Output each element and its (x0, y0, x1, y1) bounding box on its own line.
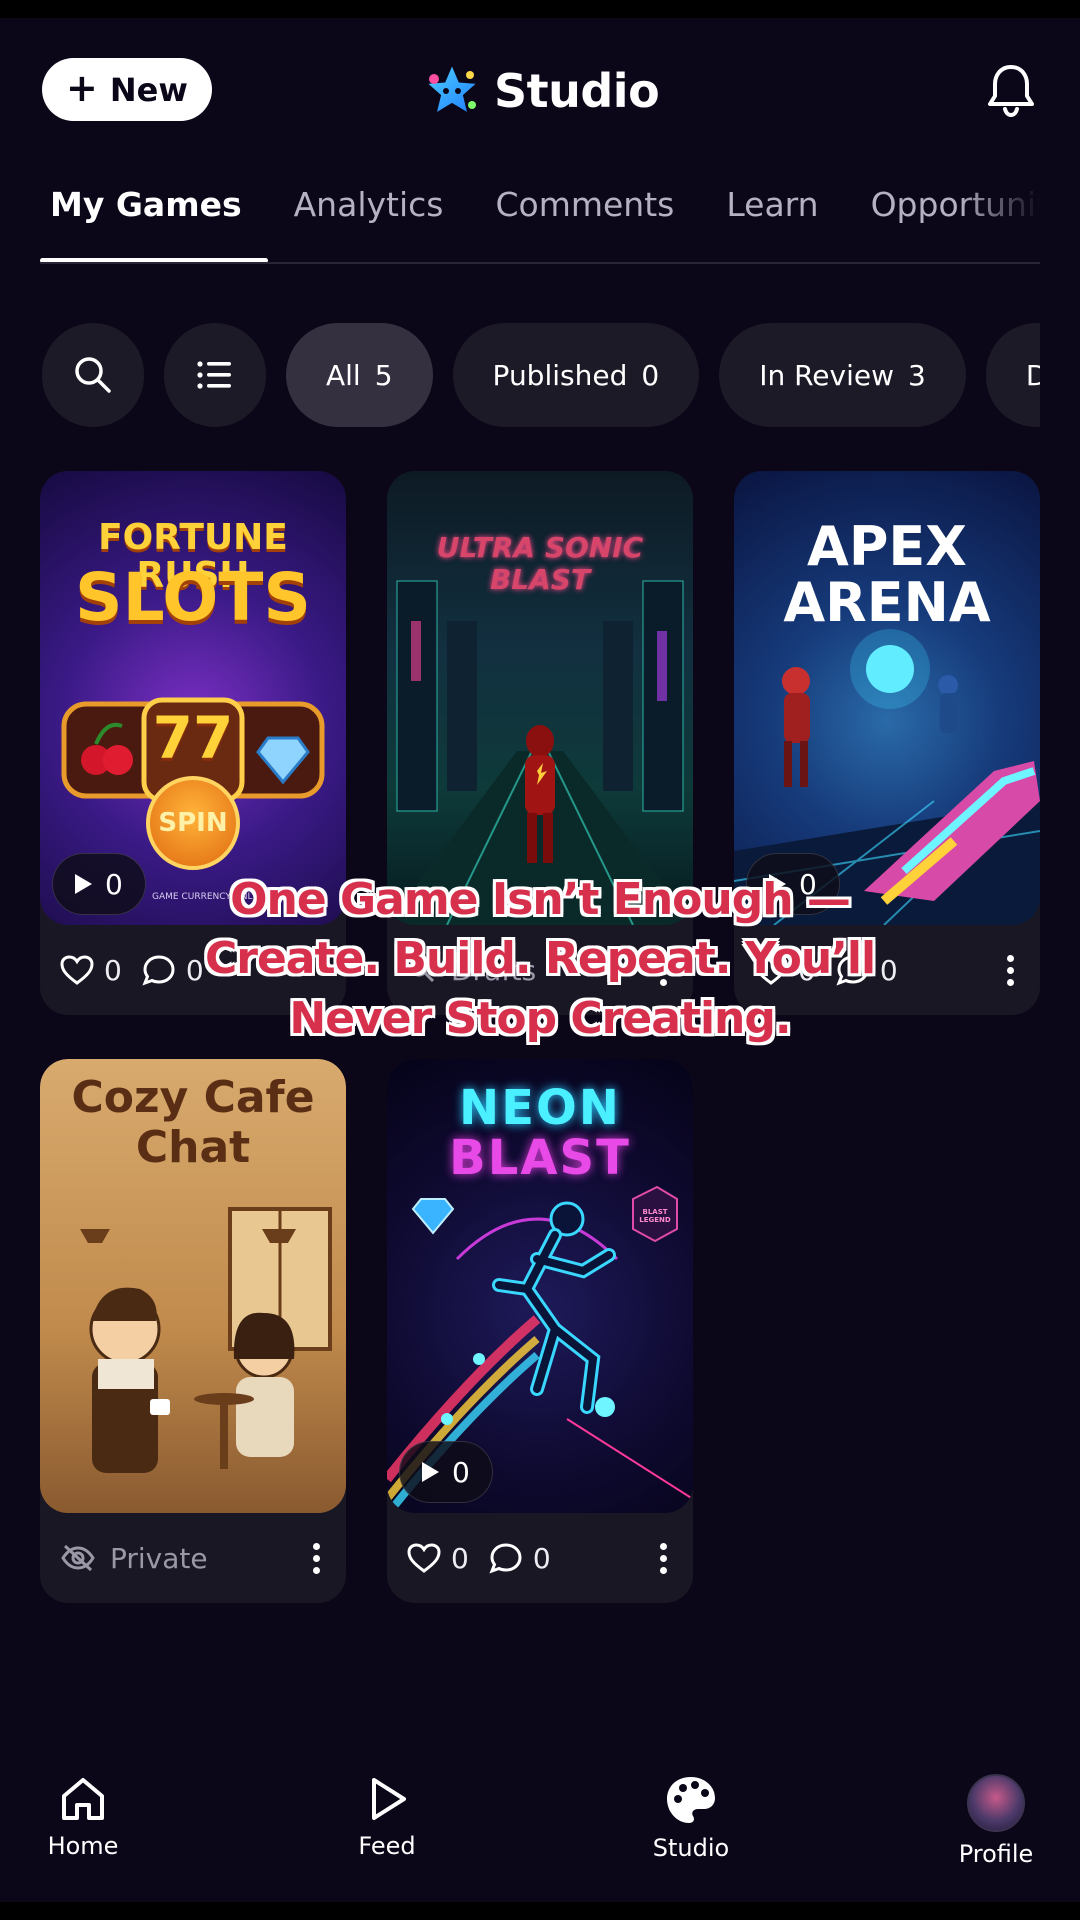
likes-stat[interactable]: 0 (60, 954, 122, 987)
nav-label: Profile (958, 1840, 1034, 1868)
comments-stat[interactable]: 0 (489, 1542, 551, 1575)
legend-badge: BLAST LEGEND (639, 1208, 671, 1224)
chip-label: Published (492, 358, 628, 392)
game-thumbnail[interactable]: ULTRA SONIC BLAST (387, 471, 693, 925)
private-label: Private (110, 1541, 208, 1575)
nav-studio[interactable]: Studio (611, 1774, 771, 1862)
avatar (967, 1774, 1025, 1832)
chip-count: 0 (641, 358, 660, 392)
nav-profile[interactable]: Profile (916, 1774, 1076, 1868)
heart-icon (60, 955, 94, 985)
like-count: 0 (451, 1541, 469, 1575)
chip-count: 5 (374, 358, 393, 392)
reel-number: 77 (152, 704, 234, 772)
tab-fade (960, 185, 1040, 255)
studio-brand: Studio (422, 60, 660, 122)
thumbnail-title: APEX (807, 515, 967, 578)
card-footer: Private (40, 1513, 346, 1603)
search-icon (75, 357, 111, 393)
chip-label: All (326, 358, 361, 392)
tab-my-games[interactable]: My Games (40, 185, 268, 263)
star-logo-icon (423, 61, 481, 117)
nav-home[interactable]: Home (3, 1774, 163, 1860)
more-options-button[interactable] (1000, 954, 1020, 986)
thumbnail-subtitle: ARENA (783, 571, 991, 634)
new-game-button[interactable]: + New (42, 58, 212, 121)
play-count-pill: 0 (52, 853, 146, 915)
more-options-button[interactable] (653, 1542, 673, 1574)
chip-count: 3 (908, 358, 926, 392)
list-view-button[interactable] (164, 323, 266, 427)
game-card[interactable]: Cozy Cafe Chat Private (40, 1059, 346, 1603)
chip-label: D (1025, 358, 1040, 392)
like-count: 0 (104, 953, 122, 987)
game-thumbnail[interactable]: Cozy Cafe Chat (40, 1059, 346, 1513)
play-count: 0 (105, 867, 123, 901)
plus-icon: + (66, 65, 98, 110)
caption-line: One Game Isn’t Enough — (230, 874, 851, 925)
home-icon (62, 1778, 104, 1820)
private-status: Private (60, 1542, 208, 1575)
new-button-label: New (109, 70, 188, 109)
filter-chip-drafts[interactable]: D (985, 323, 1040, 427)
chip-label: In Review (759, 358, 894, 392)
list-icon (197, 361, 231, 389)
play-icon (372, 1778, 406, 1820)
eye-off-icon (61, 1544, 95, 1572)
game-thumbnail[interactable]: FORTUNE RUSH SLOTS 77 SPIN GAME CURRENCY… (40, 471, 346, 925)
play-icon (422, 1462, 439, 1482)
play-count-pill: 0 (399, 1441, 493, 1503)
search-button[interactable] (42, 323, 144, 427)
heart-icon (407, 1543, 441, 1573)
thumbnail-subtitle: SLOTS (75, 559, 311, 636)
caption-line: Create. Build. Repeat. You’ll (204, 933, 876, 985)
filter-chip-in-review[interactable]: In Review 3 (719, 323, 966, 427)
caption-line: Never Stop Creating. (289, 992, 791, 1044)
bottom-navigation: Home Feed Studio Profile (0, 1750, 1080, 1920)
promo-caption: One Game Isn’t Enough — Create. Build. R… (150, 870, 930, 1048)
nav-label: Studio (652, 1834, 730, 1862)
nav-feed[interactable]: Feed (307, 1774, 467, 1860)
spin-badge: SPIN (146, 776, 240, 870)
comment-count: 0 (532, 1541, 551, 1575)
play-icon (75, 874, 92, 894)
tabs-divider (40, 262, 1040, 264)
comment-icon (489, 1543, 522, 1574)
nav-label: Home (47, 1832, 119, 1860)
thumbnail-subtitle: BLAST (449, 1130, 631, 1186)
thumbnail-subtitle: Chat (135, 1122, 251, 1173)
tab-analytics[interactable]: Analytics (268, 185, 470, 263)
thumbnail-title: NEON (459, 1080, 621, 1136)
thumbnail-subtitle: BLAST (489, 563, 591, 596)
page-title: Studio (494, 64, 660, 118)
game-thumbnail[interactable]: NEON BLAST BLAST LEGEND 0 (387, 1059, 693, 1513)
status-bar (0, 0, 1080, 18)
card-footer: 0 0 (387, 1513, 693, 1603)
palette-icon (667, 1777, 715, 1823)
nav-label: Feed (358, 1832, 416, 1860)
filter-bar: All 5 Published 0 In Review 3 D (42, 323, 1040, 431)
game-card[interactable]: NEON BLAST BLAST LEGEND 0 0 0 (387, 1059, 693, 1603)
gesture-bar-area (0, 1902, 1080, 1920)
filter-chip-all[interactable]: All 5 (286, 323, 433, 427)
tab-comments[interactable]: Comments (469, 185, 700, 263)
more-options-button[interactable] (306, 1542, 326, 1574)
thumbnail-title: Cozy Cafe (71, 1072, 315, 1123)
thumbnail-title: ULTRA SONIC (436, 531, 644, 564)
tab-learn[interactable]: Learn (700, 185, 844, 263)
filter-chip-published[interactable]: Published 0 (452, 323, 700, 427)
likes-stat[interactable]: 0 (407, 1542, 469, 1575)
game-thumbnail[interactable]: APEX ARENA 0 (734, 471, 1040, 925)
tab-bar: My Games Analytics Comments Learn Opport… (40, 185, 1040, 265)
play-count: 0 (452, 1455, 470, 1489)
bell-icon[interactable] (985, 62, 1037, 118)
